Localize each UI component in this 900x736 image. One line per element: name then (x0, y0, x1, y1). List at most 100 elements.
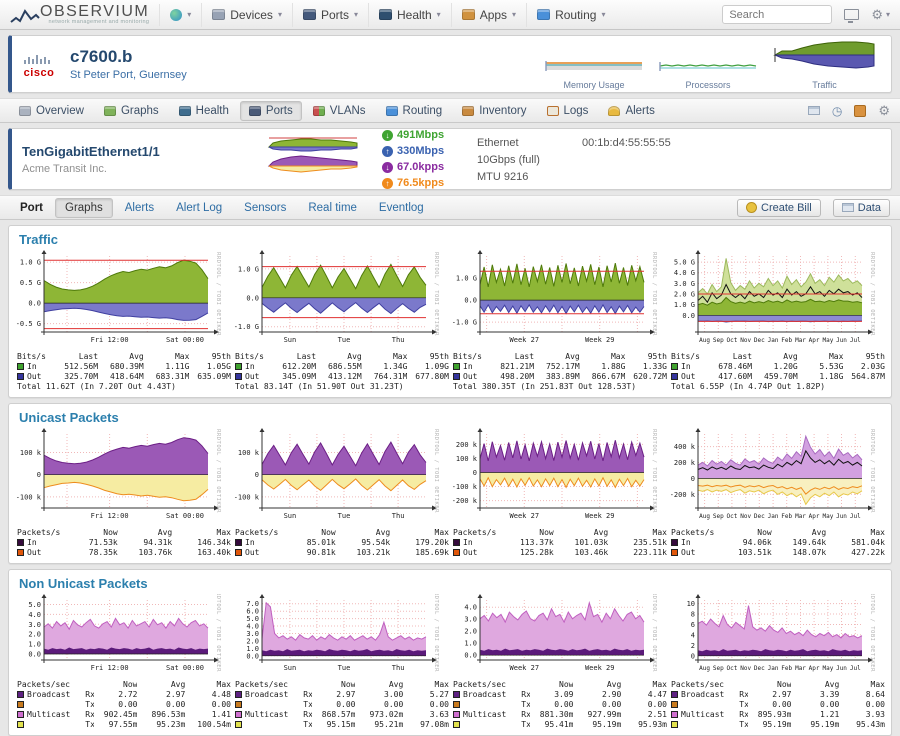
legend-value: 95.21m (355, 720, 403, 730)
health-icon (379, 9, 392, 20)
subtab-eventlog[interactable]: Eventlog (369, 198, 434, 218)
tab-vlans[interactable]: VLANs (304, 101, 375, 121)
legend-value: Tx (77, 700, 94, 710)
subtab-real-time[interactable]: Real time (298, 198, 367, 218)
svg-text:Thu: Thu (392, 512, 405, 520)
clock-icon[interactable]: ◷ (832, 105, 842, 117)
rrd-graph[interactable]: 100 k0-100 kFri 12:00Sat 00:00RRDTOOL / … (15, 428, 229, 527)
section-title: Traffic (19, 232, 887, 247)
graph-legend: Packets/sNowAvgMaxIn71.53k94.31k146.34kO… (17, 528, 231, 558)
legend-value: 0.00 (839, 700, 885, 710)
legend-swatch-icon (453, 711, 460, 718)
legend-value: Now (312, 680, 356, 690)
legend-value: 0.00 (355, 700, 403, 710)
minigraph-traffic[interactable]: Traffic (772, 38, 877, 90)
svg-text:Fri 12:00: Fri 12:00 (91, 664, 129, 672)
legend-value: 94.06k (717, 538, 772, 548)
legend-value: 1.21 (791, 710, 839, 720)
legend-value: 5.27 (403, 690, 449, 700)
rrd-graph[interactable]: 4.03.02.01.00.0Week 27Week 29RRDTOOL / T… (451, 594, 665, 679)
rrd-graph[interactable]: 1086420AugSepOctNovDecJanFebMarAprMayJun… (669, 594, 883, 679)
subtab-alerts[interactable]: Alerts (115, 198, 164, 218)
svg-text:-0.5 G: -0.5 G (16, 320, 41, 328)
graph-section: Traffic 1.0 G0.5 G0.0-0.5 GFri 12:00Sat 0… (8, 225, 892, 398)
svg-text:200 k: 200 k (674, 459, 696, 467)
legend-value: Max (144, 352, 190, 362)
legend-value: Avg (772, 528, 827, 538)
legend-value: 95th (189, 352, 231, 362)
tab-inventory[interactable]: Inventory (453, 101, 535, 121)
menu-health[interactable]: Health ▾ (368, 3, 451, 27)
inventory-box-icon[interactable] (854, 105, 866, 117)
chevron-down-icon: ▾ (354, 10, 358, 19)
svg-text:Thu: Thu (392, 336, 405, 344)
gear-icon[interactable]: ⚙ (871, 8, 883, 21)
menu-apps[interactable]: Apps ▾ (451, 3, 526, 27)
rrd-graph[interactable]: 5.0 G4.0 G3.0 G2.0 G1.0 G0.0AugSepOctNov… (669, 250, 883, 351)
svg-text:0.0: 0.0 (246, 294, 259, 302)
bell-icon (608, 106, 620, 116)
rrd-graph[interactable]: 1.0 G0.5 G0.0-0.5 GFri 12:00Sat 00:00RRD… (15, 250, 229, 351)
subtab-port[interactable]: Port (10, 198, 53, 218)
tab-label: Inventory (479, 105, 526, 117)
display-icon[interactable] (844, 9, 859, 20)
menu-devices[interactable]: Devices ▾ (201, 3, 292, 27)
gear-icon[interactable]: ⚙ (878, 104, 890, 117)
table-icon[interactable] (808, 106, 820, 115)
legend-value: 345.09M (270, 372, 316, 382)
legend-value: 1.33G (625, 362, 667, 372)
port-minigraph[interactable] (267, 135, 382, 184)
legend-swatch-icon (17, 373, 24, 380)
legend-value: 0.00 (791, 700, 839, 710)
graph-cell: 1.0 G0.5 G0.0-0.5 GFri 12:00Sat 00:00RRD… (13, 250, 231, 392)
data-button[interactable]: Data (833, 199, 890, 217)
rrd-graph[interactable]: 7.06.05.04.03.02.01.00.0SunTueThuRRDTOOL… (233, 594, 447, 679)
subtab-sensors[interactable]: Sensors (234, 198, 296, 218)
legend-total: Total 83.14T (In 51.90T Out 31.23T) (235, 382, 449, 392)
tab-alerts[interactable]: Alerts (599, 101, 663, 121)
legend-value: Rx (513, 690, 530, 700)
tab-routing[interactable]: Routing (377, 101, 452, 121)
rrd-graph[interactable]: 1.0 G0.0-1.0 GWeek 27Week 29RRDTOOL / TO… (451, 250, 665, 351)
minigraph-processors[interactable]: Processors (658, 50, 758, 90)
device-name[interactable]: c7600.b (70, 47, 187, 67)
subtab-graphs[interactable]: Graphs (55, 198, 113, 218)
device-location[interactable]: St Peter Port, Guernsey (70, 69, 187, 81)
tab-ports[interactable]: Ports (240, 101, 302, 121)
rrd-graph[interactable]: 200 k100 k0-100 k-200 kWeek 27Week 29RRD… (451, 428, 665, 527)
svg-text:0.0: 0.0 (464, 297, 477, 305)
device-tabbar: Overview Graphs Health Ports VLANs Routi… (0, 98, 900, 123)
rrd-graph[interactable]: 5.04.03.02.01.00.0Fri 12:00Sat 00:00RRDT… (15, 594, 229, 679)
chevron-down-icon[interactable]: ▾ (886, 10, 890, 19)
observium-logo[interactable]: OBSERVIUM network management and monitor… (10, 4, 149, 25)
legend-value: 417.60M (706, 372, 752, 382)
minigraph-memory[interactable]: Memory Usage (544, 50, 644, 90)
search-input[interactable] (722, 5, 832, 24)
svg-text:Feb: Feb (781, 337, 792, 344)
rrd-graph[interactable]: 100 k0-100 kSunTueThuRRDTOOL / TOBI OETI… (233, 428, 447, 527)
legend-value: 383.89M (534, 372, 580, 382)
rrd-graph[interactable]: 1.0 G0.0-1.0 GSunTueThuRRDTOOL / TOBI OE… (233, 250, 447, 351)
svg-text:4.0: 4.0 (28, 611, 41, 619)
menu-global[interactable]: ▾ (159, 4, 201, 26)
svg-text:4: 4 (691, 631, 695, 639)
tab-overview[interactable]: Overview (10, 101, 93, 121)
menu-ports[interactable]: Ports ▾ (292, 3, 368, 27)
legend-value: 2.51 (621, 710, 667, 720)
legend-value: 101.03k (554, 538, 609, 548)
tab-graphs[interactable]: Graphs (95, 101, 168, 121)
port-name[interactable]: TenGigabitEthernet1/1 (22, 144, 267, 159)
legend-value: 677.80M (407, 372, 449, 382)
tab-health[interactable]: Health (170, 101, 238, 121)
legend-label: Bits/s (671, 352, 706, 362)
vlans-icon (313, 106, 325, 116)
create-bill-button[interactable]: Create Bill (737, 199, 821, 217)
legend-value: 902.45m (94, 710, 138, 720)
menu-label: Routing (555, 8, 596, 22)
rrd-graph[interactable]: 400 k200 k0-200 kAugSepOctNovDecJanFebMa… (669, 428, 883, 527)
subtab-alert-log[interactable]: Alert Log (166, 198, 232, 218)
legend-label: Out (235, 372, 270, 382)
menu-routing[interactable]: Routing ▾ (526, 3, 615, 27)
tab-logs[interactable]: Logs (538, 101, 598, 121)
legend-total: Total 11.62T (In 7.20T Out 4.43T) (17, 382, 231, 392)
